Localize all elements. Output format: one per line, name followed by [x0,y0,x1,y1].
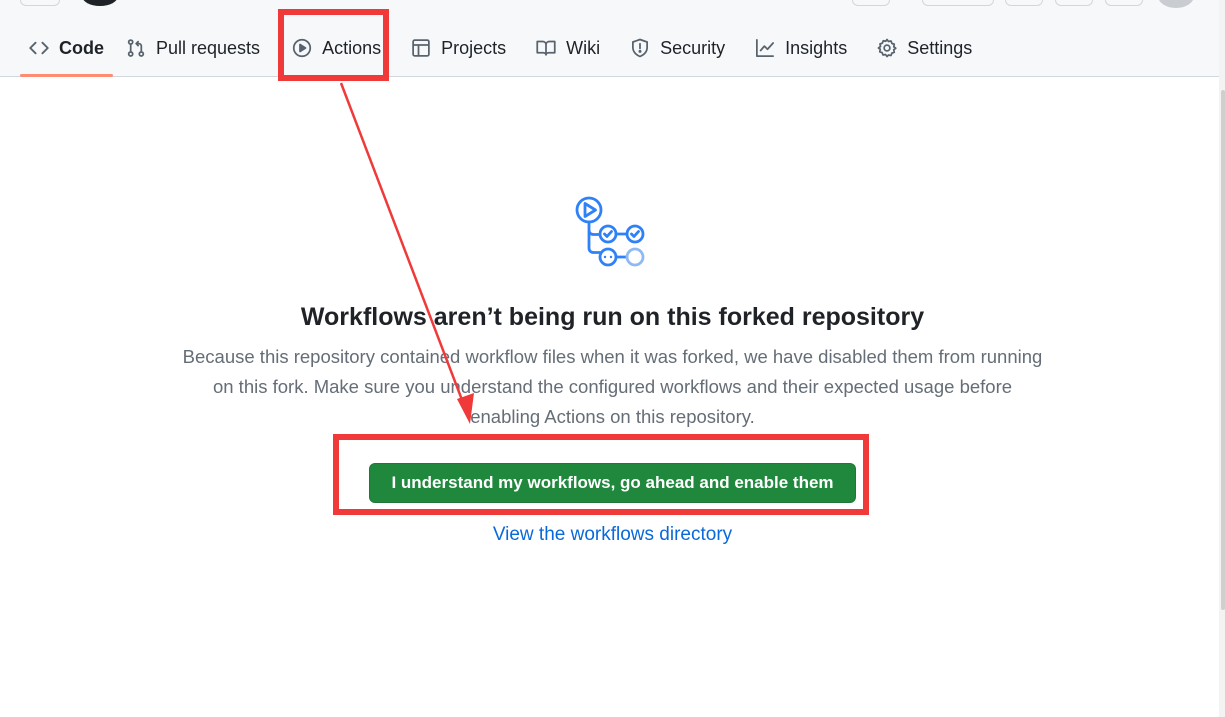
repo-header: Code Pull requests Actions Projects Wiki… [0,0,1225,77]
graph-icon [755,38,775,58]
scrollbar-thumb[interactable] [1221,90,1225,610]
github-logo[interactable] [82,0,118,6]
enable-workflows-button[interactable]: I understand my workflows, go ahead and … [369,463,856,503]
blankslate-title: Workflows aren’t being run on this forke… [300,303,925,331]
tab-security[interactable]: Security [619,24,736,72]
top-button-stub[interactable] [1105,0,1143,6]
tab-insights[interactable]: Insights [744,24,858,72]
tab-projects[interactable]: Projects [400,24,517,72]
repo-nav-tabs: Code Pull requests Actions Projects Wiki… [18,24,983,77]
top-button-stub[interactable] [922,0,994,6]
tab-wiki[interactable]: Wiki [525,24,611,72]
tab-actions[interactable]: Actions [281,24,392,72]
play-icon [292,38,312,58]
tab-label: Code [59,37,104,58]
workflow-icon [575,180,651,272]
tab-pull-requests[interactable]: Pull requests [115,24,271,72]
tab-settings[interactable]: Settings [866,24,983,72]
view-workflows-directory-link[interactable]: View the workflows directory [0,524,1225,546]
shield-icon [630,38,650,58]
table-icon [411,38,431,58]
tab-label: Actions [322,37,382,58]
top-button-stub[interactable] [1005,0,1043,6]
tab-label: Security [660,37,726,58]
top-button-stub[interactable] [852,0,890,6]
tab-label: Wiki [566,37,601,58]
git-pull-request-icon [126,38,146,58]
tab-label: Pull requests [156,37,261,58]
top-button-stub[interactable] [1055,0,1093,6]
tab-code[interactable]: Code [18,24,115,77]
gear-icon [877,38,897,58]
tab-label: Insights [785,37,848,58]
blankslate-description: Because this repository contained workfl… [182,346,1043,427]
tab-label: Projects [441,37,507,58]
book-icon [536,38,556,58]
tab-label: Settings [907,37,973,58]
avatar[interactable] [1158,0,1194,8]
actions-blankslate: Workflows aren’t being run on this forke… [0,180,1225,546]
code-icon [29,38,49,58]
top-button-stub[interactable] [20,0,60,6]
